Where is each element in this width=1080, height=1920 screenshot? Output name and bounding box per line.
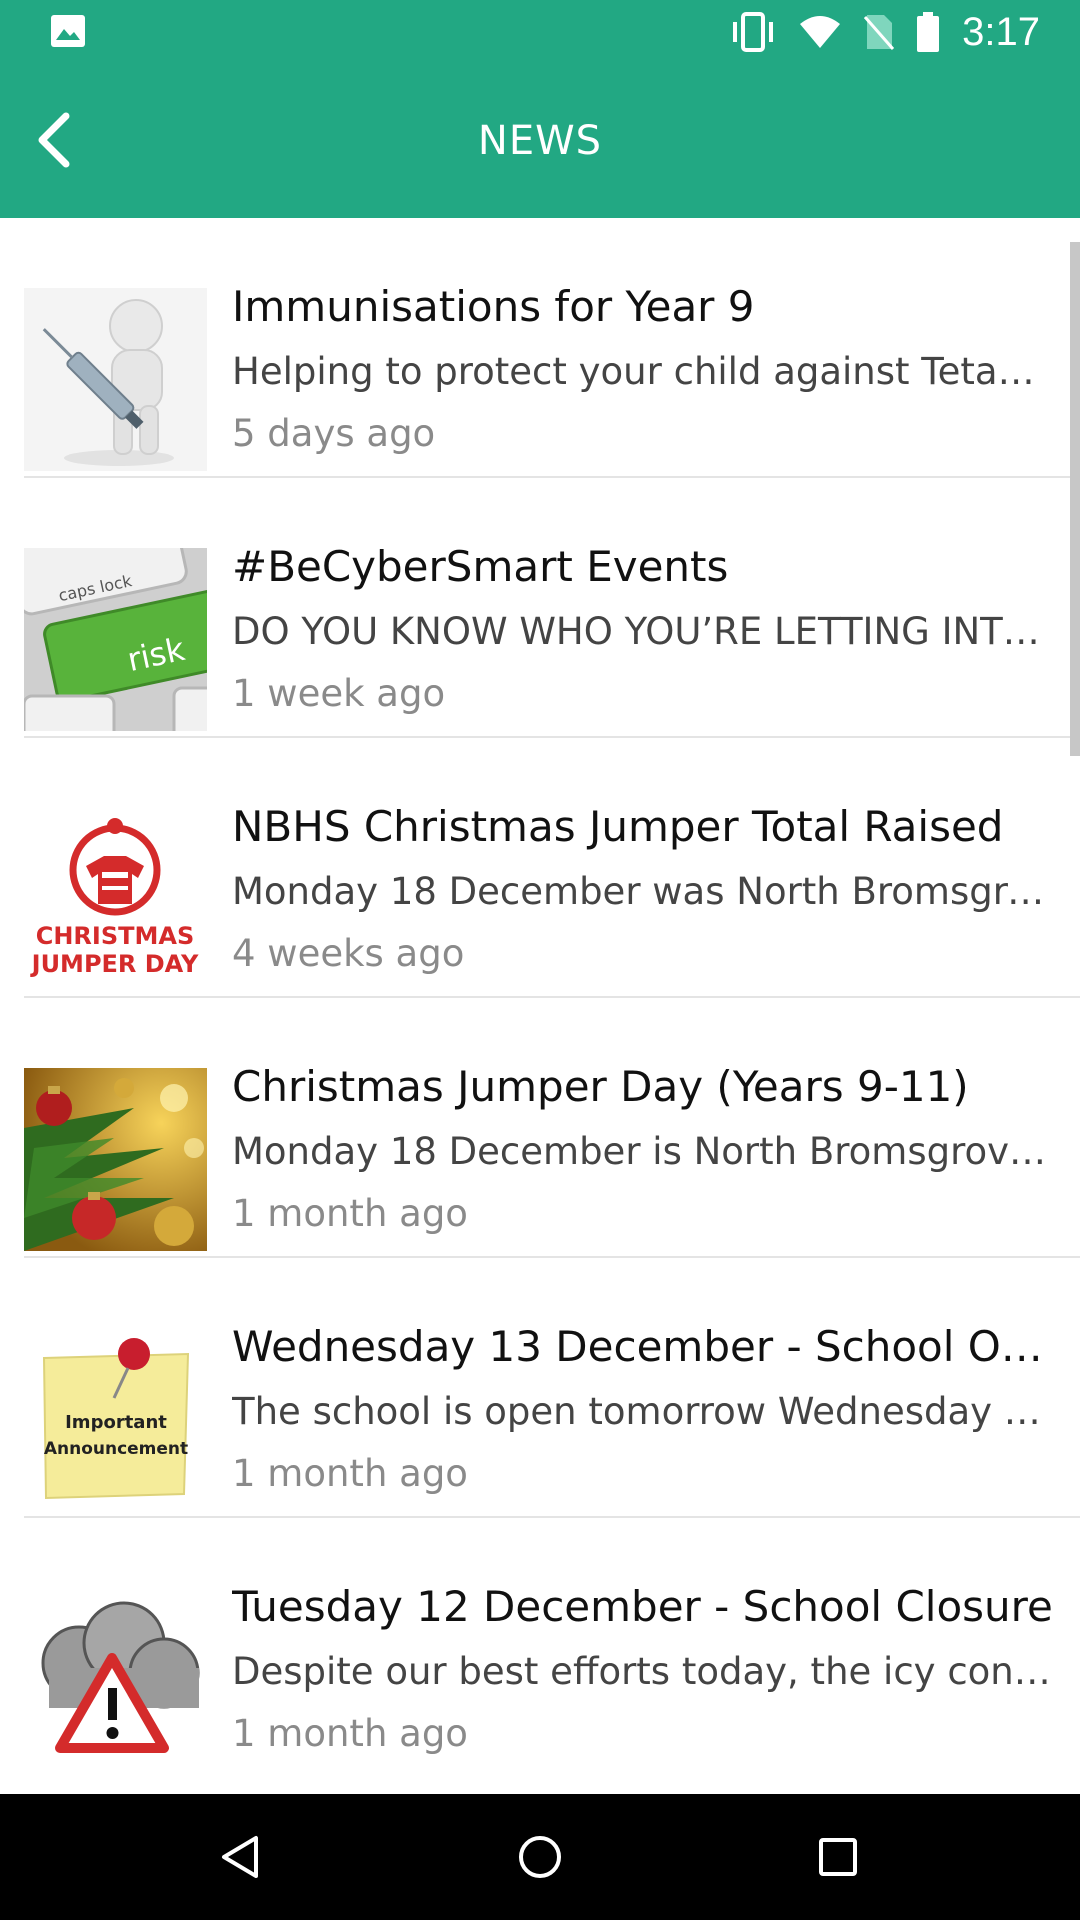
news-summary: Monday 18 December was North Bromsgrove … <box>232 870 1058 913</box>
news-summary: Despite our best efforts today, the icy … <box>232 1650 1058 1693</box>
christmas-tree-image <box>24 1068 207 1251</box>
page-title: NEWS <box>477 118 603 164</box>
news-title: #BeCyberSmart Events <box>232 542 729 591</box>
news-title: NBHS Christmas Jumper Total Raised <box>232 802 1004 851</box>
status-time: 3:17 <box>962 9 1040 54</box>
no-sim-icon <box>864 15 895 50</box>
news-title: Immunisations for Year 9 <box>232 282 755 331</box>
app-bar: NEWS <box>0 64 1080 218</box>
news-time: 4 weeks ago <box>232 932 465 975</box>
news-summary: Monday 18 December is North Bromsgrove H… <box>232 1130 1058 1173</box>
news-time: 1 month ago <box>232 1712 468 1755</box>
thumb-christmas-text: CHRISTMAS <box>36 922 195 950</box>
home-circle-icon <box>519 1836 561 1878</box>
image-icon <box>51 15 85 47</box>
news-summary: Helping to protect your child against Te… <box>232 350 1058 393</box>
navigation-bar <box>0 1794 1080 1920</box>
news-time: 5 days ago <box>232 412 436 455</box>
news-time: 1 week ago <box>232 672 446 715</box>
news-item[interactable]: Tuesday 12 December - School Closure Des… <box>0 1518 1080 1778</box>
news-item[interactable]: CHRISTMAS JUMPER DAY NBHS Christmas Jump… <box>0 738 1080 998</box>
news-title: Wednesday 13 December - School Open <box>232 1322 1058 1371</box>
back-triangle-icon <box>222 1836 258 1878</box>
scrollbar[interactable] <box>1070 242 1080 756</box>
thumb-important-text: Important <box>65 1412 167 1433</box>
keyboard-risk-image: caps lock risk <box>24 548 207 731</box>
news-item[interactable]: Immunisations for Year 9 Helping to prot… <box>0 218 1080 478</box>
recents-square-icon <box>819 1838 857 1876</box>
wifi-icon <box>800 16 841 48</box>
news-time: 1 month ago <box>232 1192 468 1235</box>
nav-back-button[interactable] <box>210 1827 270 1887</box>
thumb-announcement-text: Announcement <box>44 1439 188 1459</box>
nav-home-button[interactable] <box>510 1827 570 1887</box>
news-summary: DO YOU KNOW WHO YOU’RE LETTING INTO YOUR… <box>232 610 1058 653</box>
thumb-jumper-day-text: JUMPER DAY <box>30 950 199 978</box>
vibrate-icon <box>733 12 774 52</box>
storm-warning-image <box>24 1588 207 1771</box>
news-item[interactable]: Christmas Jumper Day (Years 9-11) Monday… <box>0 998 1080 1258</box>
christmas-jumper-day-logo: CHRISTMAS JUMPER DAY <box>24 808 207 991</box>
news-list[interactable]: Immunisations for Year 9 Helping to prot… <box>0 218 1080 1794</box>
news-title: Tuesday 12 December - School Closure <box>232 1582 1053 1631</box>
news-title: Christmas Jumper Day (Years 9-11) <box>232 1062 969 1111</box>
news-item[interactable]: Important Announcement Wednesday 13 Dece… <box>0 1258 1080 1518</box>
news-item[interactable]: caps lock risk #BeCyberSmart Events DO Y… <box>0 478 1080 738</box>
news-summary: The school is open tomorrow Wednesday 13… <box>232 1390 1058 1433</box>
status-bar: 3:17 <box>0 0 1080 64</box>
nav-recents-button[interactable] <box>808 1827 868 1887</box>
important-announcement-note: Important Announcement <box>24 1328 207 1511</box>
syringe-figure-image <box>24 288 207 471</box>
battery-icon <box>917 12 940 52</box>
news-time: 1 month ago <box>232 1452 468 1495</box>
